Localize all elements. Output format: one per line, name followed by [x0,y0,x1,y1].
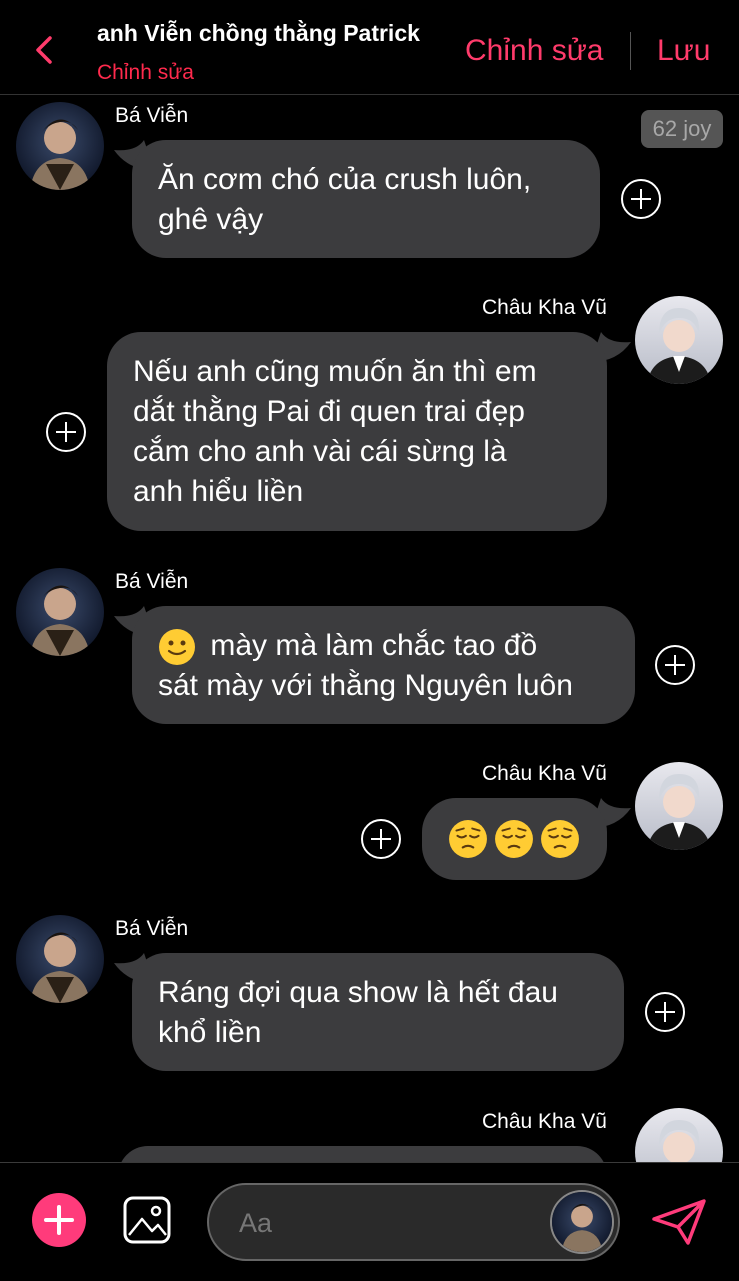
message-input-container[interactable] [207,1183,620,1261]
message-bubble[interactable] [422,798,607,880]
pensive-face-icon [449,820,487,858]
message-bubble[interactable]: Ráng đợi qua show là hết đau khổ liền [132,953,624,1071]
message-text: Ráng đợi qua show là hết đau khổ liền [158,976,558,1049]
pensive-face-icon [495,820,533,858]
chat-header: anh Viễn chồng thằng Patrick Chỉnh sửa C… [0,0,739,95]
image-icon [123,1196,171,1244]
react-button[interactable] [360,818,402,860]
chat-title: anh Viễn chồng thằng Patrick [97,20,420,46]
composer-bar [0,1162,739,1281]
message-input[interactable] [237,1199,541,1247]
avatar-ba-vien[interactable] [16,568,104,656]
plus-circle-icon [645,992,685,1032]
sender-name: Châu Kha Vũ [482,1110,607,1133]
plus-icon [44,1205,74,1235]
sender-name: Bá Viễn [115,570,189,593]
message-text: Ăn cơm chó của crush luôn, ghê vậy [158,163,532,236]
sender-avatar-toggle[interactable] [550,1190,614,1254]
save-button[interactable]: Lưu [657,34,710,68]
send-icon [652,1199,706,1245]
plus-circle-icon [46,412,86,452]
add-button[interactable] [32,1193,86,1247]
message-bubble[interactable]: Ăn cơm chó của crush luôn, ghê vậy [132,140,600,258]
avatar-ba-vien[interactable] [16,915,104,1003]
message-text: mày mà làm chắc tao đồ sát mày với thằng… [158,629,573,702]
chevron-left-icon [36,36,52,64]
pensive-face-icon [541,820,579,858]
image-button[interactable] [122,1195,172,1245]
joy-badge: 62 joy [641,110,723,148]
sender-name: Châu Kha Vũ [482,296,607,319]
plus-circle-icon [361,819,401,859]
react-button[interactable] [644,991,686,1033]
message-text: Nếu anh cũng muốn ăn thì em dắt thằng Pa… [133,355,537,508]
slightly-smiling-face-icon [159,629,195,665]
react-button[interactable] [654,644,696,686]
message-bubble[interactable]: mày mà làm chắc tao đồ sát mày với thằng… [132,606,635,724]
avatar-chau-kha-vu[interactable] [635,762,723,850]
message-bubble[interactable]: Nếu anh cũng muốn ăn thì em dắt thằng Pa… [107,332,607,531]
send-button[interactable] [650,1197,708,1247]
header-divider [630,32,631,70]
avatar-chau-kha-vu[interactable] [635,296,723,384]
react-button[interactable] [45,411,87,453]
sender-name: Châu Kha Vũ [482,762,607,785]
sender-name: Bá Viễn [115,917,189,940]
sender-name: Bá Viễn [115,104,189,127]
react-button[interactable] [620,178,662,220]
back-button[interactable] [30,30,58,70]
plus-circle-icon [621,179,661,219]
chat-subtitle[interactable]: Chỉnh sửa [97,61,194,85]
plus-circle-icon [655,645,695,685]
edit-button[interactable]: Chỉnh sửa [465,34,604,68]
avatar-ba-vien[interactable] [16,102,104,190]
